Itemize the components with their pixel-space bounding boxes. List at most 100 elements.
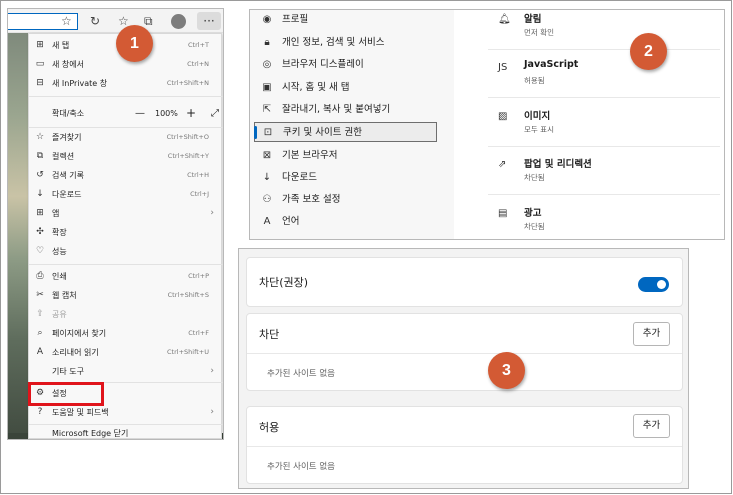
share-copy-icon: ⇱ xyxy=(262,104,272,115)
new-window-icon: ▭ xyxy=(35,59,45,69)
menu-item-close-edge[interactable]: Microsoft Edge 닫기 xyxy=(29,424,223,439)
blocked-recommended-toggle[interactable] xyxy=(638,277,669,292)
start-page-icon: ▣ xyxy=(262,82,272,93)
site-permissions-list: 🔔︎ 알림 먼저 확인 JS JavaScript 허용됨 ▨ 이미지 모두 표… xyxy=(488,10,724,239)
permission-popups[interactable]: ⇗ 팝업 및 리디렉션 차단됨 xyxy=(488,147,720,195)
settings-and-more-menu: ⊞ 새 탭 Ctrl+T ▭ 새 창에서 Ctrl+N ⊟ 새 InPrivat… xyxy=(28,33,223,439)
inprivate-icon: ⊟ xyxy=(36,78,44,88)
menu-item-more-tools[interactable]: 기타 도구 › xyxy=(29,362,223,381)
image-icon: ▨ xyxy=(498,111,508,122)
family-icon: ⚇ xyxy=(262,194,272,205)
permission-images[interactable]: ▨ 이미지 모두 표시 xyxy=(488,99,720,147)
appearance-icon: ◎ xyxy=(262,59,272,70)
popup-icon: ⇗ xyxy=(498,159,507,170)
profile-avatar[interactable] xyxy=(171,14,186,29)
sidebar-item-profile[interactable]: ◉ 프로필 xyxy=(254,10,438,30)
permission-javascript[interactable]: JS JavaScript 허용됨 xyxy=(488,50,720,98)
menu-item-history[interactable]: ↺ 검색 기록 Ctrl+H xyxy=(29,166,223,185)
print-icon: ⎙ xyxy=(36,271,44,281)
extensions-icon: ✣ xyxy=(36,227,44,237)
zoom-in-button[interactable]: + xyxy=(186,104,196,123)
block-empty-text: 추가된 사이트 없음 xyxy=(267,369,335,379)
settings-and-more-button[interactable]: ··· xyxy=(197,12,221,30)
settings-sidebar: ◉ 프로필 🔒︎ 개인 정보, 검색 및 서비스 ◎ 브라우저 디스플레이 ▣ … xyxy=(250,10,454,239)
step-badge-1: 1 xyxy=(116,25,153,62)
popup-settings-panel: 차단(권장) 차단 추가 추가된 사이트 없음 허용 추가 추가된 사이트 없음 xyxy=(238,248,689,489)
cookies-permissions-icon: ⊡ xyxy=(263,127,273,138)
privacy-lock-icon: 🔒︎ xyxy=(264,37,270,48)
download-icon: ↓ xyxy=(262,172,272,183)
sidebar-item-languages[interactable]: A 언어 xyxy=(254,212,438,232)
sidebar-item-appearance[interactable]: ◎ 브라우저 디스플레이 xyxy=(254,55,438,75)
sidebar-item-cut-copy-paste[interactable]: ⇱ 잘라내기, 복사 및 붙여넣기 xyxy=(254,100,438,120)
zoom-level: 100% xyxy=(155,109,178,118)
sidebar-item-cookies-permissions[interactable]: ⊡ 쿠키 및 사이트 권한 xyxy=(254,122,437,142)
section-divider xyxy=(247,353,682,354)
step-badge-3: 3 xyxy=(488,352,525,389)
language-icon: A xyxy=(263,216,271,227)
block-list-card: 차단 추가 추가된 사이트 없음 xyxy=(246,313,683,391)
chevron-right-icon: › xyxy=(210,366,214,376)
read-aloud-icon: A xyxy=(36,347,44,357)
block-section-title: 차단 xyxy=(259,328,280,341)
refresh-icon[interactable]: ↻ xyxy=(90,13,100,29)
chevron-right-icon: › xyxy=(210,407,214,417)
menu-divider xyxy=(29,96,223,97)
sidebar-item-default-browser[interactable]: ⊠ 기본 브라우저 xyxy=(254,146,438,166)
sidebar-item-family[interactable]: ⚇ 가족 보호 설정 xyxy=(254,190,438,210)
sidebar-item-start-home[interactable]: ▣ 시작, 홈 및 새 탭 xyxy=(254,78,438,98)
menu-divider xyxy=(29,264,223,265)
permission-notifications[interactable]: 🔔︎ 알림 먼저 확인 xyxy=(488,10,720,50)
profile-icon: ◉ xyxy=(262,14,272,25)
performance-icon: ♡ xyxy=(35,246,45,256)
collections-icon[interactable]: ⧉ xyxy=(144,13,153,29)
allow-empty-text: 추가된 사이트 없음 xyxy=(267,462,335,472)
menu-item-new-inprivate[interactable]: ⊟ 새 InPrivate 창 Ctrl+Shift+N xyxy=(29,74,223,93)
allow-add-button[interactable]: 추가 xyxy=(633,414,670,438)
web-capture-icon: ✂ xyxy=(36,290,44,300)
allow-list-card: 허용 추가 추가된 사이트 없음 xyxy=(246,406,683,484)
javascript-icon: JS xyxy=(498,62,508,73)
settings-highlight-box xyxy=(28,382,104,406)
permission-ads[interactable]: ▤ 광고 차단됨 xyxy=(488,196,720,239)
menu-item-performance[interactable]: ♡ 성능 xyxy=(29,242,223,261)
blocked-recommended-card: 차단(권장) xyxy=(246,257,683,307)
zoom-out-button[interactable]: — xyxy=(135,104,145,123)
menu-item-print[interactable]: ⎙ 인쇄 Ctrl+P xyxy=(29,267,223,286)
download-icon: ↓ xyxy=(36,189,44,199)
menu-item-zoom: 확대/축소 — 100% + ⤢ xyxy=(29,104,223,123)
sidebar-item-privacy[interactable]: 🔒︎ 개인 정보, 검색 및 서비스 xyxy=(254,33,438,53)
menu-item-web-capture[interactable]: ✂ 웹 캡처 Ctrl+Shift+S xyxy=(29,286,223,305)
section-divider xyxy=(247,446,682,447)
apps-icon: ⊞ xyxy=(36,208,44,218)
default-browser-icon: ⊠ xyxy=(262,150,272,161)
blocked-recommended-label: 차단(권장) xyxy=(259,276,309,289)
ads-icon: ▤ xyxy=(498,208,508,219)
favorites-icon: ☆ xyxy=(35,132,45,142)
fullscreen-icon[interactable]: ⤢ xyxy=(211,104,219,123)
desktop-background xyxy=(8,33,28,439)
active-indicator xyxy=(254,126,257,139)
favorite-star-icon[interactable]: ☆ xyxy=(61,13,72,29)
menu-item-extensions[interactable]: ✣ 확장 xyxy=(29,223,223,242)
chevron-right-icon: › xyxy=(210,208,214,218)
menu-item-read-aloud[interactable]: A 소리내어 읽기 Ctrl+Shift+U xyxy=(29,343,223,362)
menu-item-find-on-page[interactable]: ⌕ 페이지에서 찾기 Ctrl+F xyxy=(29,324,223,343)
history-icon: ↺ xyxy=(36,170,44,180)
share-icon: ⇪ xyxy=(36,309,44,319)
find-icon: ⌕ xyxy=(37,328,43,338)
collections-icon: ⧉ xyxy=(36,151,44,161)
menu-item-share[interactable]: ⇪ 공유 xyxy=(29,305,223,324)
step-badge-2: 2 xyxy=(630,33,667,70)
menu-item-apps[interactable]: ⊞ 앱 › xyxy=(29,204,223,223)
allow-section-title: 허용 xyxy=(259,421,280,434)
new-tab-icon: ⊞ xyxy=(36,40,44,50)
browser-toolbar: ☆ ↻ ☆ ⧉ ··· xyxy=(8,9,223,33)
bell-icon: 🔔︎ xyxy=(498,14,511,25)
menu-item-downloads[interactable]: ↓ 다운로드 Ctrl+J xyxy=(29,185,223,204)
menu-item-favorites[interactable]: ☆ 즐겨찾기 Ctrl+Shift+O xyxy=(29,128,223,147)
edge-browser-panel: ☆ ↻ ☆ ⧉ ··· ⊞ 새 탭 Ctrl+T ▭ 새 창에서 Ctrl+N … xyxy=(7,8,224,440)
menu-item-collections[interactable]: ⧉ 컬렉션 Ctrl+Shift+Y xyxy=(29,147,223,166)
block-add-button[interactable]: 추가 xyxy=(633,322,670,346)
sidebar-item-downloads[interactable]: ↓ 다운로드 xyxy=(254,168,438,188)
